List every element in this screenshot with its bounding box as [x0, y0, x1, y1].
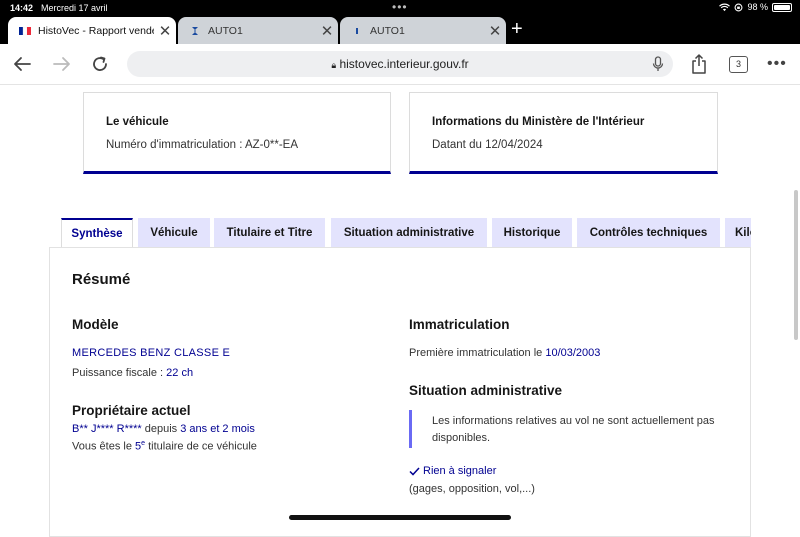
reload-icon[interactable] [88, 52, 112, 76]
browser-toolbar: 🔒︎ histovec.interieur.gouv.fr 3 ••• [0, 44, 800, 85]
status-time: 14:42 [10, 3, 34, 13]
tab-title: AUTO1 [208, 24, 243, 37]
url-display: 🔒︎ histovec.interieur.gouv.fr [127, 57, 673, 71]
lock-icon: 🔒︎ [331, 60, 337, 70]
home-indicator[interactable] [289, 515, 511, 520]
close-tab-icon[interactable]: ✕ [316, 22, 338, 40]
auto1-logo-icon [350, 24, 364, 38]
summary-heading: Résumé [72, 271, 131, 288]
registration-heading: Immatriculation [409, 317, 510, 332]
wifi-icon [719, 3, 731, 11]
synthese-panel [49, 247, 751, 537]
more-options-icon[interactable]: ••• [767, 55, 787, 73]
fiscal-power-value: 22 ch [166, 367, 194, 379]
notice-text: Les informations relatives au vol ne son… [432, 415, 715, 444]
tab-bar: HistoVec - Rapport vendeur ✕ AUTO1 ✕ AUT… [0, 17, 800, 44]
scrollbar[interactable] [794, 190, 798, 340]
tab-controles-techniques[interactable]: Contrôles techniques [577, 218, 720, 248]
owner-name: B** J**** R**** [72, 423, 142, 435]
address-bar[interactable]: 🔒︎ histovec.interieur.gouv.fr [127, 51, 673, 77]
checkmark-icon [409, 466, 420, 476]
url-text: histovec.interieur.gouv.fr [339, 57, 469, 71]
model-heading: Modèle [72, 317, 119, 332]
microphone-icon[interactable] [651, 56, 665, 72]
owner-heading: Propriétaire actuel [72, 403, 191, 418]
first-registration-label: Première immatriculation le [409, 347, 546, 359]
tab-title: HistoVec - Rapport vendeur [38, 24, 154, 37]
back-arrow-icon[interactable] [10, 52, 34, 76]
fiscal-power: Puissance fiscale : 22 ch [72, 367, 193, 379]
model-name: MERCEDES BENZ CLASSE E [72, 347, 231, 359]
admin-situation-heading: Situation administrative [409, 383, 563, 398]
tab-titulaire[interactable]: Titulaire et Titre [214, 218, 325, 248]
french-flag-icon [18, 24, 32, 38]
tab-count-button[interactable]: 3 [729, 56, 748, 73]
status-indicators: 98 % [719, 2, 792, 12]
vehicle-card: Le véhicule Numéro d'immatriculation : A… [83, 92, 391, 174]
card-title: Informations du Ministère de l'Intérieur [432, 116, 645, 128]
orientation-lock-icon [735, 3, 743, 11]
tab-situation-administrative[interactable]: Situation administrative [331, 218, 487, 248]
nothing-to-report-detail: (gages, opposition, vol,...) [409, 483, 535, 495]
first-registration: Première immatriculation le 10/03/2003 [409, 347, 600, 359]
battery-icon [772, 2, 792, 12]
auto1-logo-icon [188, 24, 202, 38]
status-bar: 14:42 Mercredi 17 avril ••• 98 % [0, 0, 800, 16]
plate-number: Numéro d'immatriculation : AZ-0**-EA [106, 139, 299, 151]
owner-duration: 3 ans et 2 mois [180, 423, 255, 435]
nothing-to-report-label: Rien à signaler [423, 465, 497, 477]
owner-rank-suffix: titulaire de ce véhicule [145, 440, 257, 453]
tab-historique[interactable]: Historique [492, 218, 572, 248]
owner-rank: Vous êtes le 5e titulaire de ce véhicule [72, 440, 257, 453]
owner-rank-prefix: Vous êtes le [72, 440, 135, 453]
close-tab-icon[interactable]: ✕ [484, 22, 506, 40]
report-tabs: Synthèse Véhicule Titulaire et Titre Sit… [61, 218, 751, 248]
owner-line: B** J**** R**** depuis 3 ans et 2 mois [72, 423, 255, 435]
report-date: Datant du 12/04/2024 [432, 139, 543, 151]
theft-info-notice: Les informations relatives au vol ne son… [409, 410, 739, 448]
tab-vehicule[interactable]: Véhicule [138, 218, 210, 248]
ministry-info-card: Informations du Ministère de l'Intérieur… [409, 92, 718, 174]
tab-synthese[interactable]: Synthèse [61, 218, 133, 248]
tab-title: AUTO1 [370, 24, 405, 37]
nothing-to-report: Rien à signaler [409, 465, 496, 477]
share-icon[interactable] [687, 52, 711, 76]
browser-tab-histovec[interactable]: HistoVec - Rapport vendeur ✕ [8, 17, 176, 44]
multitasking-dots-icon[interactable]: ••• [392, 0, 408, 14]
tab-kilometrage[interactable]: Kilométrage [725, 218, 751, 248]
browser-chrome: 14:42 Mercredi 17 avril ••• 98 % HistoVe… [0, 0, 800, 44]
owner-depuis: depuis [141, 423, 181, 435]
new-tab-plus-icon[interactable]: + [511, 18, 523, 41]
fiscal-power-label: Puissance fiscale : [72, 367, 167, 379]
status-date: Mercredi 17 avril [41, 3, 108, 13]
first-registration-date: 10/03/2003 [545, 347, 601, 359]
card-title: Le véhicule [106, 116, 169, 128]
forward-arrow-icon[interactable] [50, 52, 74, 76]
browser-tab-auto1-2[interactable]: AUTO1 ✕ [340, 17, 506, 44]
close-tab-icon[interactable]: ✕ [154, 22, 176, 40]
battery-percent: 98 % [747, 2, 768, 12]
browser-tab-auto1[interactable]: AUTO1 ✕ [178, 17, 338, 44]
